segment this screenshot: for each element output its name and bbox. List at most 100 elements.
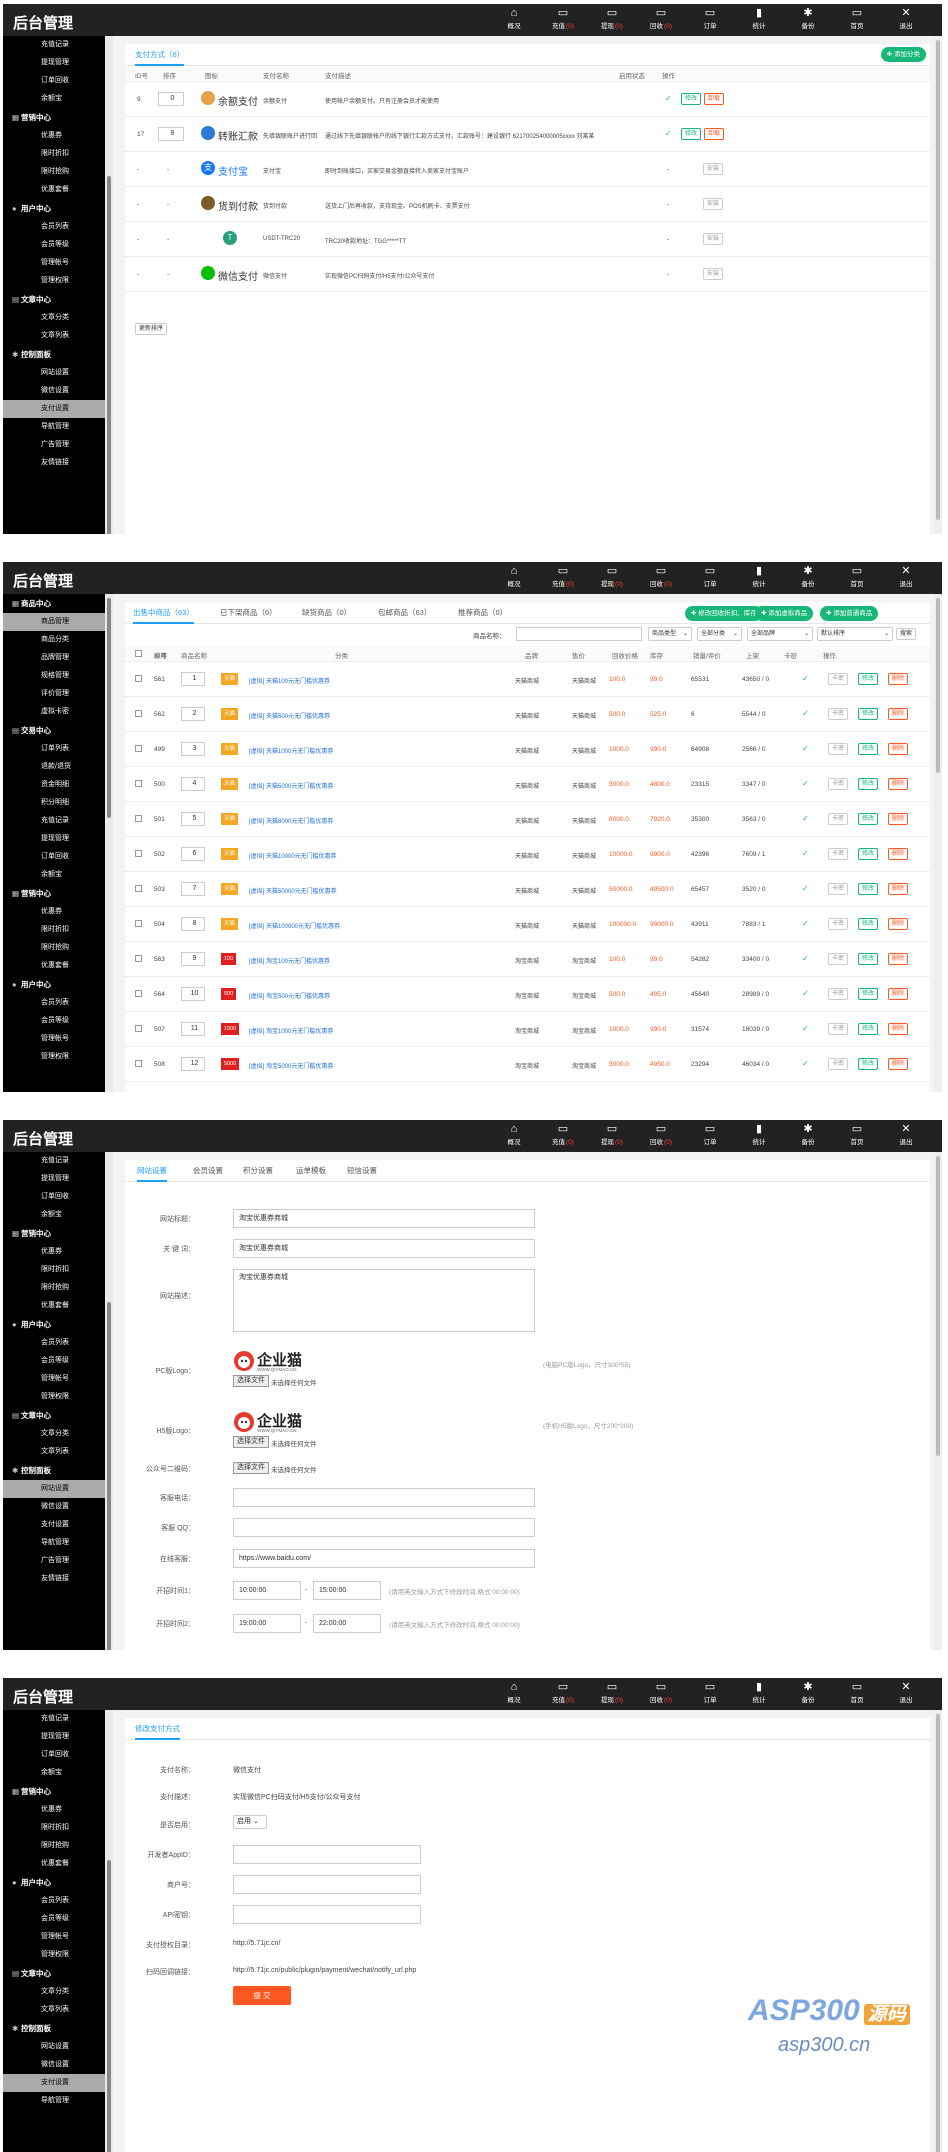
tab-product-2[interactable]: 缺货商品（0）	[302, 607, 351, 624]
topnav-monitor-3[interactable]: ▭ 回收(0)	[641, 1123, 681, 1151]
open-time2-end[interactable]: 22:00:00	[313, 1614, 381, 1633]
topnav-monitor-1[interactable]: ▭ 充值(0)	[543, 7, 583, 35]
row-checkbox[interactable]	[135, 780, 142, 787]
sidebar-item[interactable]: 虚拟卡密	[3, 703, 113, 721]
product-name-link[interactable]: [虚拟] 天猫5000元无门槛优惠券	[249, 781, 333, 790]
row-checkbox[interactable]	[135, 675, 142, 682]
sidebar-item[interactable]: 管理帐号	[3, 1928, 113, 1946]
product-name-link[interactable]: [虚拟] 天猫500元无门槛优惠券	[249, 711, 330, 720]
sort-input[interactable]: 12	[181, 1057, 205, 1071]
sidebar-item[interactable]: 会员列表	[3, 218, 113, 236]
sidebar-item[interactable]: 充值记录	[3, 1152, 113, 1170]
on-sale-check-icon[interactable]: ✓	[802, 674, 809, 683]
sidebar-item[interactable]: 商品管理	[3, 613, 113, 631]
row-checkbox[interactable]	[135, 920, 142, 927]
action-button[interactable]: 卸载	[704, 128, 725, 140]
filter-select[interactable]: 默认排序 ⌄	[817, 627, 893, 641]
row-action-button[interactable]: 卡密	[828, 743, 849, 755]
sidebar-item[interactable]: 优惠券	[3, 1801, 113, 1819]
topnav-home-0[interactable]: ⌂ 概况	[494, 565, 534, 593]
topnav-monitor-1[interactable]: ▭ 充值(0)	[543, 565, 583, 593]
sidebar-item[interactable]: 支付设置	[3, 1516, 113, 1534]
tab-edit-payment[interactable]: 修改支付方式	[135, 1723, 180, 1740]
sidebar-scrollbar[interactable]	[105, 36, 113, 534]
sidebar-item[interactable]: 文章列表	[3, 2001, 113, 2019]
sidebar-item[interactable]: 订单回收	[3, 1188, 113, 1206]
sidebar-item[interactable]: 评价管理	[3, 685, 113, 703]
sidebar-item[interactable]: 支付设置	[3, 2074, 113, 2092]
row-action-button[interactable]: 卡密	[828, 953, 849, 965]
sidebar-group[interactable]: ● 用户中心	[3, 199, 113, 218]
row-action-button[interactable]: 删除	[888, 708, 909, 720]
sidebar-item[interactable]: 优惠套餐	[3, 1297, 113, 1315]
topnav-gear-6[interactable]: ✱ 备份	[788, 1123, 828, 1151]
api-key-input[interactable]	[233, 1905, 421, 1924]
sidebar-item[interactable]: 限时折扣	[3, 1261, 113, 1279]
sort-input[interactable]: 7	[181, 882, 205, 896]
product-name-link[interactable]: [虚拟] 天猫100元无门槛优惠券	[249, 676, 330, 685]
row-action-button[interactable]: 修改	[858, 883, 879, 895]
sidebar-group[interactable]: ● 用户中心	[3, 1315, 113, 1334]
sort-input[interactable]: 1	[181, 672, 205, 686]
sidebar-item[interactable]: 导航管理	[3, 1534, 113, 1552]
product-name-link[interactable]: [虚拟] 天猫8000元无门槛优惠券	[249, 816, 333, 825]
tab-product-3[interactable]: 包邮商品（63）	[378, 607, 431, 624]
action-button[interactable]: 安装	[703, 198, 724, 210]
action-button[interactable]: 卸载	[704, 93, 725, 105]
action-button[interactable]: 安装	[703, 233, 724, 245]
row-action-button[interactable]: 修改	[858, 1058, 879, 1070]
sidebar-item[interactable]: 提现管理	[3, 1728, 113, 1746]
topnav-monitor-7[interactable]: ▭ 首页	[837, 7, 877, 35]
sidebar-item[interactable]: 积分明细	[3, 794, 113, 812]
sidebar-item[interactable]: 会员等级	[3, 236, 113, 254]
row-checkbox[interactable]	[135, 815, 142, 822]
on-sale-check-icon[interactable]: ✓	[802, 884, 809, 893]
select-all-checkbox[interactable]	[135, 650, 142, 657]
row-action-button[interactable]: 修改	[858, 918, 879, 930]
sidebar-item[interactable]: 管理权限	[3, 1388, 113, 1406]
topnav-home-0[interactable]: ⌂ 概况	[494, 7, 534, 35]
sort-input[interactable]: 10	[181, 987, 205, 1001]
sidebar-item[interactable]: 规格管理	[3, 667, 113, 685]
row-action-button[interactable]: 修改	[858, 708, 879, 720]
tab-product-0[interactable]: 出售中商品（63）	[133, 607, 194, 624]
topnav-close-8[interactable]: ✕ 退出	[886, 1681, 926, 1709]
sort-input[interactable]: 8	[158, 127, 184, 141]
on-sale-check-icon[interactable]: ✓	[802, 709, 809, 718]
row-action-button[interactable]: 修改	[858, 988, 879, 1000]
topnav-monitor-7[interactable]: ▭ 首页	[837, 565, 877, 593]
product-name-link[interactable]: [虚拟] 天猫1000元无门槛优惠券	[249, 746, 333, 755]
topnav-monitor-2[interactable]: ▭ 提现(0)	[592, 7, 632, 35]
row-action-button[interactable]: 删除	[888, 813, 909, 825]
sidebar-item[interactable]: 提现管理	[3, 1170, 113, 1188]
toolbar-button[interactable]: ✚ 添加虚拟商品	[755, 606, 814, 621]
row-action-button[interactable]: 删除	[888, 883, 909, 895]
sort-input[interactable]: 0	[158, 92, 184, 106]
row-action-button[interactable]: 卡密	[828, 1058, 849, 1070]
product-name-link[interactable]: [虚拟] 淘宝5000元无门槛优惠券	[249, 1061, 333, 1070]
topnav-gear-6[interactable]: ✱ 备份	[788, 1681, 828, 1709]
sidebar-group[interactable]: ▤ 文章中心	[3, 1406, 113, 1425]
filter-select[interactable]: 商品类型 ⌄	[648, 627, 692, 641]
sidebar-group[interactable]: ▦ 营销中心	[3, 108, 113, 127]
sidebar-item[interactable]: 订单回收	[3, 848, 113, 866]
sidebar-group[interactable]: ▦ 营销中心	[3, 1224, 113, 1243]
search-button[interactable]: 搜索	[896, 628, 917, 640]
sidebar-item[interactable]: 品牌管理	[3, 649, 113, 667]
h5-logo-file-button[interactable]: 选择文件	[233, 1436, 269, 1448]
merchant-input[interactable]	[233, 1875, 421, 1894]
appid-input[interactable]	[233, 1845, 421, 1864]
sidebar-item[interactable]: 充值记录	[3, 812, 113, 830]
topnav-bar-chart-5[interactable]: ▮ 统计	[739, 1123, 779, 1151]
topnav-monitor-1[interactable]: ▭ 充值(0)	[543, 1681, 583, 1709]
row-action-button[interactable]: 卡密	[828, 813, 849, 825]
toolbar-button[interactable]: ✚ 添加普通商品	[820, 606, 879, 621]
action-button[interactable]: 修改	[681, 93, 702, 105]
submit-button[interactable]: 提 交	[233, 1986, 291, 2005]
sidebar-item[interactable]: 会员等级	[3, 1012, 113, 1030]
row-action-button[interactable]: 删除	[888, 848, 909, 860]
page-scrollbar[interactable]	[934, 1710, 942, 2152]
page-scrollbar[interactable]	[934, 36, 942, 534]
topnav-monitor-4[interactable]: ▭ 订单	[690, 565, 730, 593]
page-scrollbar[interactable]	[934, 594, 942, 1092]
